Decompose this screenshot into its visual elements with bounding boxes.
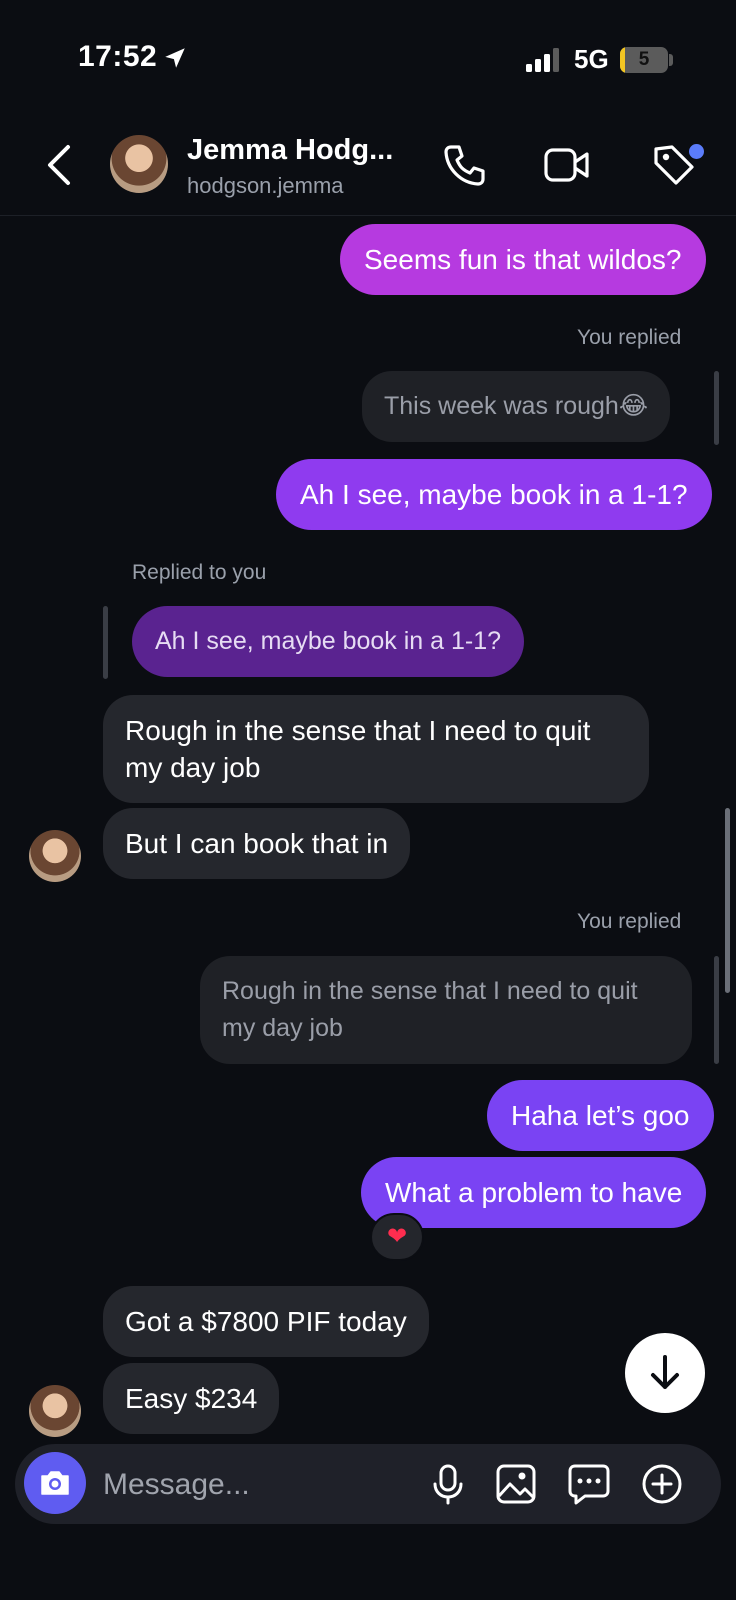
- reply-label: Replied to you: [132, 561, 267, 584]
- message-incoming[interactable]: Rough in the sense that I need to quit m…: [103, 695, 649, 803]
- location-arrow-icon: [165, 48, 185, 68]
- message-input[interactable]: [103, 1465, 403, 1505]
- quoted-reply[interactable]: This week was rough😂: [362, 371, 671, 442]
- contact-username[interactable]: hodgson.jemma: [187, 173, 344, 199]
- message-incoming[interactable]: Got a $7800 PIF today: [103, 1286, 429, 1357]
- scrollbar[interactable]: [725, 808, 730, 993]
- reply-label: You replied: [577, 326, 682, 349]
- battery-tip: [669, 54, 673, 66]
- quoted-reply[interactable]: Rough in the sense that I need to quit m…: [200, 956, 692, 1064]
- camera-icon: [41, 1471, 69, 1495]
- quoted-text-line: my day job: [222, 1014, 343, 1042]
- back-chevron-icon[interactable]: [44, 143, 74, 187]
- contact-name[interactable]: Jemma Hodg...: [187, 134, 393, 167]
- battery-level: 5: [638, 49, 650, 70]
- quoted-text-line: Rough in the sense that I need to quit: [222, 977, 638, 1005]
- message-text-line: my day job: [125, 752, 261, 783]
- message-outgoing[interactable]: Seems fun is that wildos?: [340, 224, 706, 295]
- message-incoming[interactable]: But I can book that in: [103, 808, 411, 879]
- scroll-to-bottom-button[interactable]: [625, 1333, 705, 1413]
- quoted-reply[interactable]: Ah I see, maybe book in a 1-1?: [132, 606, 525, 677]
- signal-icon: [526, 48, 559, 72]
- message-incoming[interactable]: Easy $234: [103, 1363, 280, 1434]
- sender-avatar[interactable]: [29, 830, 81, 882]
- status-time: 17:52: [78, 40, 158, 73]
- reply-indicator-bar: [714, 371, 719, 445]
- message-outgoing[interactable]: Haha let’s goo: [487, 1080, 714, 1151]
- camera-button[interactable]: [24, 1452, 86, 1514]
- sticker-icon[interactable]: [567, 1462, 611, 1506]
- sender-avatar[interactable]: [29, 1385, 81, 1437]
- reply-label: You replied: [577, 910, 682, 933]
- arrow-down-icon: [651, 1355, 679, 1389]
- battery-icon: 5: [620, 47, 668, 73]
- notification-dot: [689, 144, 704, 159]
- message-outgoing[interactable]: Ah I see, maybe book in a 1-1?: [276, 459, 712, 530]
- phone-icon[interactable]: [441, 141, 489, 189]
- contact-avatar[interactable]: [110, 135, 168, 193]
- reply-indicator-bar: [103, 606, 108, 679]
- microphone-icon[interactable]: [426, 1462, 470, 1506]
- message-text-line: Rough in the sense that I need to quit: [125, 715, 591, 746]
- reply-indicator-bar: [714, 956, 719, 1064]
- video-icon[interactable]: [543, 141, 591, 189]
- header-divider: [0, 215, 736, 216]
- network-type: 5G: [574, 44, 609, 74]
- image-icon[interactable]: [494, 1462, 538, 1506]
- plus-icon[interactable]: [640, 1462, 684, 1506]
- heart-icon[interactable]: ❤: [370, 1213, 424, 1261]
